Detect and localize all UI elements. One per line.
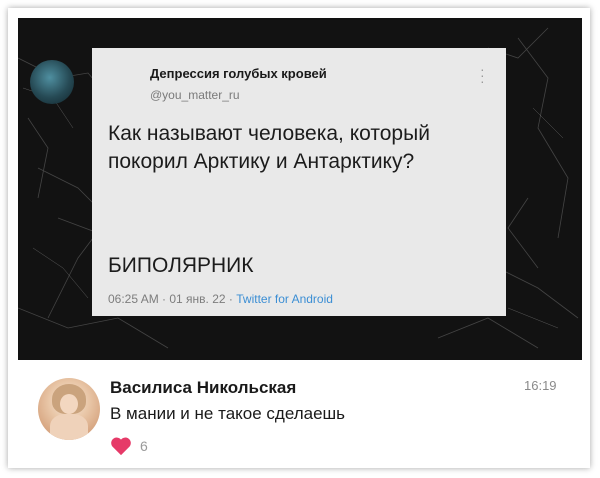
comment-text: В мании и не такое сделаешь (110, 404, 346, 423)
vertical-dots-icon[interactable]: · · · (480, 62, 488, 88)
tweet-meta: 06:25 AM · 01 янв. 22 · Twitter for Andr… (108, 292, 333, 306)
tweet-author-avatar[interactable] (30, 60, 74, 104)
commenter-name[interactable]: Василиса Никольская (110, 378, 296, 398)
tweet-author-name[interactable]: Депрессия голубых кровей (150, 66, 327, 81)
like-button[interactable]: 6 (110, 436, 148, 456)
like-count: 6 (140, 438, 148, 454)
tweet-text: Как называют человека, который покорил А… (108, 122, 430, 173)
tweet-author-handle[interactable]: @you_matter_ru (150, 88, 240, 102)
tweet-punchline: БИПОЛЯРНИК (108, 254, 254, 277)
heart-icon[interactable] (110, 436, 132, 456)
commenter-avatar[interactable] (38, 378, 100, 440)
tweet-timestamp: 06:25 AM · 01 янв. 22 · (108, 292, 237, 306)
tweet-source-link[interactable]: Twitter for Android (236, 292, 333, 306)
comment-timestamp: 16:19 (524, 378, 557, 393)
